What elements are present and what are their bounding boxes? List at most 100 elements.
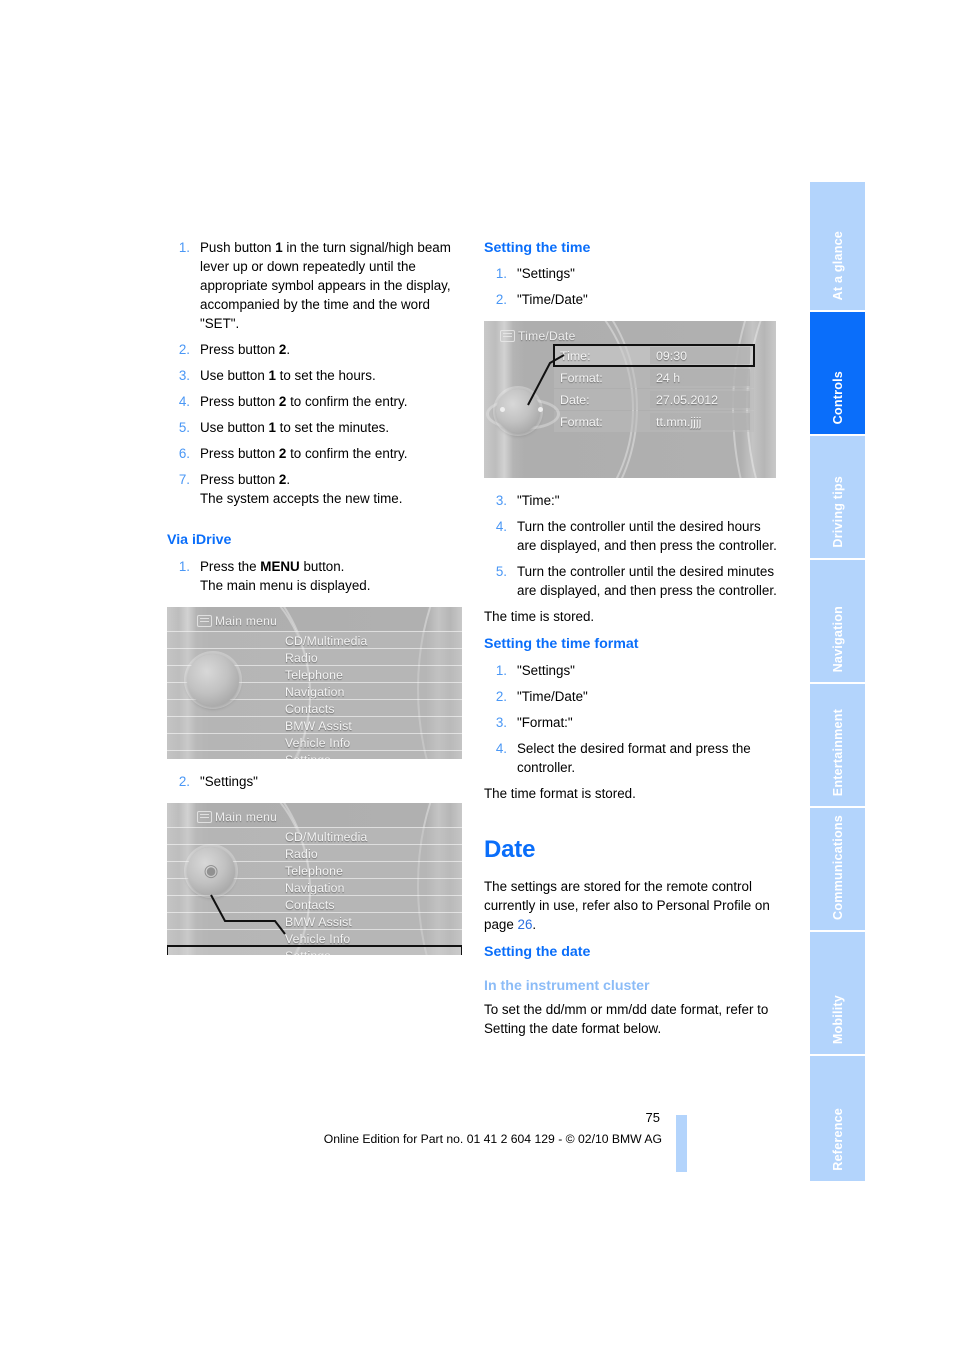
tab-label: Entertainment [830, 708, 845, 796]
step-text: "Time/Date" [517, 292, 588, 308]
step-text: "Settings" [200, 773, 258, 789]
step-text: "Time/Date" [517, 688, 588, 704]
step-text: Push button 1 in the turn signal/high be… [200, 240, 451, 332]
instrument-cluster-steps-list: 1 Push button 1 in the turn signal/high b… [167, 238, 463, 508]
step-text: Press button 2 to confirm the entry. [200, 394, 408, 410]
heading-via-idrive: Via iDrive [167, 532, 232, 549]
right-column: Setting the time 1 "Settings" 2 "Time/Date"… [484, 238, 780, 1046]
step-number: 6 [167, 444, 190, 463]
step-number: 4 [484, 517, 507, 536]
step-text: Press button 2. [200, 342, 291, 358]
callout-line-time-row [527, 354, 565, 406]
setting-time-steps-list: 1 "Settings" 2 "Time/Date" [484, 264, 780, 309]
step-number: 2 [484, 687, 507, 706]
heading-in-the-instrument-cluster: In the instrument cluster [484, 978, 650, 995]
list-item: 5 Use button 1 to set the minutes. [167, 418, 463, 437]
list-item: 6 Press button 2 to confirm the entry. [167, 444, 463, 463]
callout-line-settings [210, 894, 286, 935]
step-text: "Settings" [517, 662, 575, 678]
list-item: 3 "Time:" [484, 491, 780, 510]
list-item: 3 Use button 1 to set the hours. [167, 366, 463, 385]
tab-label: At a glance [830, 230, 845, 300]
main-menu-title: Main menu [215, 613, 278, 628]
step-text: Turn the controller until the desired mi… [517, 564, 777, 599]
step-number: 7 [167, 470, 190, 489]
footer-accent-bar [676, 1115, 687, 1172]
step-number: 1 [167, 238, 190, 257]
chapter-tab-strip: At a glance Controls Driving tips Navigatio… [810, 182, 865, 1183]
menu-item-vehicle-info[interactable]: Vehicle Info [167, 732, 462, 750]
step-number: 2 [167, 340, 190, 359]
list-item: 4 Turn the controller until the desired h… [484, 517, 780, 555]
manual-page: 1 Push button 1 in the turn signal/high b… [0, 0, 954, 1350]
tab-label: Controls [830, 370, 845, 424]
list-item: 3 "Format:" [484, 713, 780, 732]
tab-communications[interactable]: Communications [810, 808, 865, 930]
tab-label: Driving tips [830, 476, 845, 548]
step-number: 3 [484, 713, 507, 732]
idrive-controller-knob[interactable] [187, 653, 239, 706]
step-number: 1 [167, 557, 190, 576]
tab-label: Navigation [830, 605, 845, 672]
step-text: Turn the controller until the desired ho… [517, 519, 777, 554]
page-number: 75 [645, 1110, 660, 1125]
date-intro-text: The settings are stored for the remote c… [484, 878, 770, 932]
setting-time-format-steps-list: 1 "Settings" 2 "Time/Date" 3 "Format:" 4 Select… [484, 661, 780, 777]
step-text: Press the MENU button. The main menu is d… [200, 558, 371, 593]
list-item: 1 "Settings" [484, 661, 780, 680]
step-text: Use button 1 to set the hours. [200, 368, 376, 384]
list-item: 5 Turn the controller until the desired m… [484, 562, 780, 600]
menu-item-settings[interactable]: Settings [167, 749, 462, 759]
list-item: 4 Select the desired format and press the… [484, 739, 780, 777]
idrive-steps-list-part1: 1 Press the MENU button.The main menu is… [167, 557, 463, 595]
list-item: 7 Press button 2.The system accepts the n… [167, 470, 463, 508]
menu-item-label: Settings [285, 752, 331, 759]
step-text: "Format:" [517, 714, 573, 730]
step-number: 5 [167, 418, 190, 437]
heading-setting-the-date: Setting the date [484, 943, 591, 960]
tab-reference[interactable]: Reference [810, 1056, 865, 1181]
tab-navigation[interactable]: Navigation [810, 560, 865, 682]
step-number: 3 [167, 366, 190, 385]
idrive-steps-list-part2: 2 "Settings" [167, 772, 463, 791]
step-text: Use button 1 to set the minutes. [200, 420, 390, 436]
step-number: 3 [484, 491, 507, 510]
heading-setting-the-time: Setting the time [484, 240, 591, 256]
list-item: 2 "Settings" [167, 772, 463, 791]
tab-label: Communications [830, 815, 845, 920]
menu-item-bmw-assist[interactable]: BMW Assist [167, 715, 462, 733]
tab-at-a-glance[interactable]: At a glance [810, 182, 865, 310]
step-number: 2 [167, 772, 190, 791]
time-stored-note: The time is stored. [484, 609, 595, 625]
idrive-main-menu-screenshot: Main menu CD/Multimedia Radio Telephone Nav… [167, 606, 462, 759]
setting-time-steps-list-continued: 3 "Time:" 4 Turn the controller until the d… [484, 491, 780, 600]
tab-label: Mobility [830, 994, 845, 1044]
list-item: 1 "Settings" [484, 264, 780, 283]
page-title-date: Date [484, 835, 536, 863]
list-item: 2 "Time/Date" [484, 290, 780, 309]
step-number: 5 [484, 562, 507, 581]
step-number: 1 [484, 661, 507, 680]
step-text: Press button 2 to confirm the entry. [200, 446, 408, 462]
menu-item-cd-multimedia[interactable]: CD/Multimedia [167, 630, 462, 648]
time-format-stored-note: The time format is stored. [484, 785, 636, 801]
step-number: 4 [167, 392, 190, 411]
instrument-cluster-date-text: To set the dd/mm or mm/dd date format, r… [484, 1002, 769, 1037]
list-item: 2 Press button 2. [167, 340, 463, 359]
heading-setting-the-time-format: Setting the time format [484, 636, 639, 653]
tab-entertainment[interactable]: Entertainment [810, 684, 865, 806]
list-item: 1 Press the MENU button.The main menu is… [167, 557, 463, 595]
list-item: 4 Press button 2 to confirm the entry. [167, 392, 463, 411]
step-number: 2 [484, 290, 507, 309]
left-column: 1 Push button 1 in the turn signal/high b… [167, 238, 463, 968]
list-item: 2 "Time/Date" [484, 687, 780, 706]
edition-line: Online Edition for Part no. 01 41 2 604 … [323, 1132, 662, 1146]
tab-controls[interactable]: Controls [810, 312, 865, 434]
tab-mobility[interactable]: Mobility [810, 932, 865, 1054]
menu-icon [197, 614, 212, 627]
step-text: "Time:" [517, 493, 560, 509]
step-number: 1 [484, 264, 507, 283]
tab-driving-tips[interactable]: Driving tips [810, 436, 865, 558]
step-text: Select the desired format and press the … [517, 740, 751, 775]
tab-label: Reference [830, 1108, 845, 1171]
